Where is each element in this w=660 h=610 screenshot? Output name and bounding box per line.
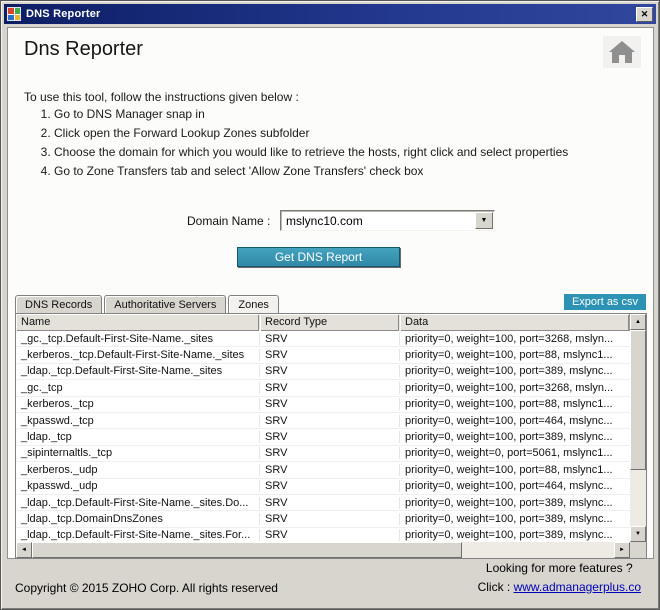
scroll-left-icon[interactable]: ◄ bbox=[16, 542, 32, 558]
copyright-text: Copyright © 2015 ZOHO Corp. All rights r… bbox=[15, 581, 278, 595]
table-row[interactable]: _ldap._tcp.Default-First-Site-Name._site… bbox=[16, 495, 630, 511]
table-cell: priority=0, weight=100, port=88, mslync1… bbox=[400, 349, 630, 361]
table-cell: SRV bbox=[260, 382, 400, 394]
table-row[interactable]: _kerberos._tcp.Default-First-Site-Name._… bbox=[16, 347, 630, 363]
instruction-step: Go to Zone Transfers tab and select 'All… bbox=[54, 165, 568, 178]
table-cell: _ldap._tcp.Default-First-Site-Name._site… bbox=[16, 529, 260, 541]
table-row[interactable]: _ldap._tcp.DomainDnsZonesSRVpriority=0, … bbox=[16, 511, 630, 527]
dns-reporter-window: DNS Reporter ✕ Dns Reporter To use this … bbox=[0, 0, 660, 610]
scroll-right-icon[interactable]: ► bbox=[614, 542, 630, 558]
table-header: Name Record Type Data bbox=[16, 314, 630, 331]
tab-zones[interactable]: Zones bbox=[228, 295, 279, 313]
table-row[interactable]: _kerberos._tcpSRVpriority=0, weight=100,… bbox=[16, 397, 630, 413]
column-header-name[interactable]: Name bbox=[16, 314, 260, 331]
instruction-step: Go to DNS Manager snap in bbox=[54, 108, 568, 121]
main-panel: Dns Reporter To use this tool, follow th… bbox=[7, 27, 654, 559]
domain-name-value: mslync10.com bbox=[286, 214, 363, 228]
table-cell: priority=0, weight=100, port=389, mslync… bbox=[400, 529, 630, 541]
table-cell: priority=0, weight=100, port=88, mslync1… bbox=[400, 398, 630, 410]
table-cell: _ldap._tcp bbox=[16, 431, 260, 443]
table-cell: _ldap._tcp.DomainDnsZones bbox=[16, 513, 260, 525]
domain-name-label: Domain Name : bbox=[187, 214, 270, 228]
table-cell: _kpasswd._udp bbox=[16, 480, 260, 492]
admanagerplus-link[interactable]: www.admanagerplus.co bbox=[514, 580, 641, 594]
instruction-step: Click open the Forward Lookup Zones subf… bbox=[54, 127, 568, 140]
table-cell: SRV bbox=[260, 365, 400, 377]
table-cell: priority=0, weight=100, port=464, mslync… bbox=[400, 480, 630, 492]
table-cell: _gc._tcp bbox=[16, 382, 260, 394]
tab-dns-records[interactable]: DNS Records bbox=[15, 295, 102, 313]
tab-bar: DNS Records Authoritative Servers Zones bbox=[15, 295, 281, 313]
table-cell: priority=0, weight=100, port=389, mslync… bbox=[400, 431, 630, 443]
column-header-data[interactable]: Data bbox=[400, 314, 630, 331]
scroll-up-icon[interactable]: ▲ bbox=[630, 314, 646, 330]
table-cell: SRV bbox=[260, 333, 400, 345]
instructions-list: Go to DNS Manager snap in Click open the… bbox=[54, 108, 568, 184]
table-cell: _ldap._tcp.Default-First-Site-Name._site… bbox=[16, 365, 260, 377]
records-table: Name Record Type Data _gc._tcp.Default-F… bbox=[15, 313, 647, 559]
table-row[interactable]: _kerberos._udpSRVpriority=0, weight=100,… bbox=[16, 462, 630, 478]
click-label: Click : bbox=[478, 580, 511, 594]
table-cell: SRV bbox=[260, 447, 400, 459]
page-title: Dns Reporter bbox=[24, 38, 143, 61]
table-row[interactable]: _kpasswd._udpSRVpriority=0, weight=100, … bbox=[16, 479, 630, 495]
table-cell: SRV bbox=[260, 415, 400, 427]
home-button[interactable] bbox=[603, 36, 641, 68]
table-row[interactable]: _ldap._tcpSRVpriority=0, weight=100, por… bbox=[16, 429, 630, 445]
footer-promo: Looking for more features ? Click : www.… bbox=[478, 561, 641, 594]
table-row[interactable]: _sipinternaltls._tcpSRVpriority=0, weigh… bbox=[16, 446, 630, 462]
table-row[interactable]: _gc._tcp.Default-First-Site-Name._sitesS… bbox=[16, 331, 630, 347]
table-cell: SRV bbox=[260, 398, 400, 410]
table-body: _gc._tcp.Default-First-Site-Name._sitesS… bbox=[16, 331, 630, 542]
app-icon bbox=[7, 7, 21, 21]
scroll-down-icon[interactable]: ▼ bbox=[630, 526, 646, 542]
home-icon bbox=[608, 40, 636, 64]
table-cell: SRV bbox=[260, 464, 400, 476]
get-dns-report-button[interactable]: Get DNS Report bbox=[237, 247, 400, 267]
instructions-intro: To use this tool, follow the instruction… bbox=[24, 90, 299, 104]
horizontal-scroll-thumb[interactable] bbox=[32, 542, 462, 558]
table-cell: _gc._tcp.Default-First-Site-Name._sites bbox=[16, 333, 260, 345]
domain-name-combobox[interactable]: mslync10.com ▼ bbox=[280, 210, 495, 231]
window-title: DNS Reporter bbox=[26, 8, 101, 20]
table-cell: priority=0, weight=100, port=88, mslync1… bbox=[400, 464, 630, 476]
table-cell: SRV bbox=[260, 497, 400, 509]
table-cell: _ldap._tcp.Default-First-Site-Name._site… bbox=[16, 497, 260, 509]
close-button[interactable]: ✕ bbox=[636, 7, 653, 22]
table-cell: SRV bbox=[260, 513, 400, 525]
more-features-text: Looking for more features ? bbox=[478, 561, 641, 575]
chevron-down-icon[interactable]: ▼ bbox=[475, 212, 493, 229]
table-cell: _kpasswd._tcp bbox=[16, 415, 260, 427]
table-cell: _kerberos._tcp.Default-First-Site-Name._… bbox=[16, 349, 260, 361]
table-row[interactable]: _ldap._tcp.Default-First-Site-Name._site… bbox=[16, 364, 630, 380]
instruction-step: Choose the domain for which you would li… bbox=[54, 146, 568, 159]
vertical-scroll-thumb[interactable] bbox=[630, 330, 646, 470]
table-cell: priority=0, weight=100, port=389, mslync… bbox=[400, 513, 630, 525]
table-cell: priority=0, weight=0, port=5061, mslync1… bbox=[400, 447, 630, 459]
tab-authoritative-servers[interactable]: Authoritative Servers bbox=[104, 295, 226, 313]
horizontal-scrollbar[interactable]: ◄ ► bbox=[16, 542, 630, 558]
table-cell: priority=0, weight=100, port=3268, mslyn… bbox=[400, 333, 630, 345]
vertical-scrollbar[interactable]: ▲ ▼ bbox=[630, 314, 646, 542]
table-cell: SRV bbox=[260, 480, 400, 492]
scrollbar-corner bbox=[630, 542, 646, 558]
table-cell: SRV bbox=[260, 529, 400, 541]
title-bar[interactable]: DNS Reporter ✕ bbox=[4, 4, 656, 24]
table-cell: priority=0, weight=100, port=389, mslync… bbox=[400, 365, 630, 377]
export-as-csv-button[interactable]: Export as csv bbox=[564, 294, 646, 310]
table-row[interactable]: _kpasswd._tcpSRVpriority=0, weight=100, … bbox=[16, 413, 630, 429]
table-cell: _sipinternaltls._tcp bbox=[16, 447, 260, 459]
table-cell: SRV bbox=[260, 431, 400, 443]
column-header-record-type[interactable]: Record Type bbox=[260, 314, 400, 331]
table-cell: _kerberos._udp bbox=[16, 464, 260, 476]
table-cell: priority=0, weight=100, port=389, mslync… bbox=[400, 497, 630, 509]
table-cell: SRV bbox=[260, 349, 400, 361]
table-cell: _kerberos._tcp bbox=[16, 398, 260, 410]
table-cell: priority=0, weight=100, port=464, mslync… bbox=[400, 415, 630, 427]
table-row[interactable]: _ldap._tcp.Default-First-Site-Name._site… bbox=[16, 528, 630, 542]
table-cell: priority=0, weight=100, port=3268, mslyn… bbox=[400, 382, 630, 394]
table-row[interactable]: _gc._tcpSRVpriority=0, weight=100, port=… bbox=[16, 380, 630, 396]
